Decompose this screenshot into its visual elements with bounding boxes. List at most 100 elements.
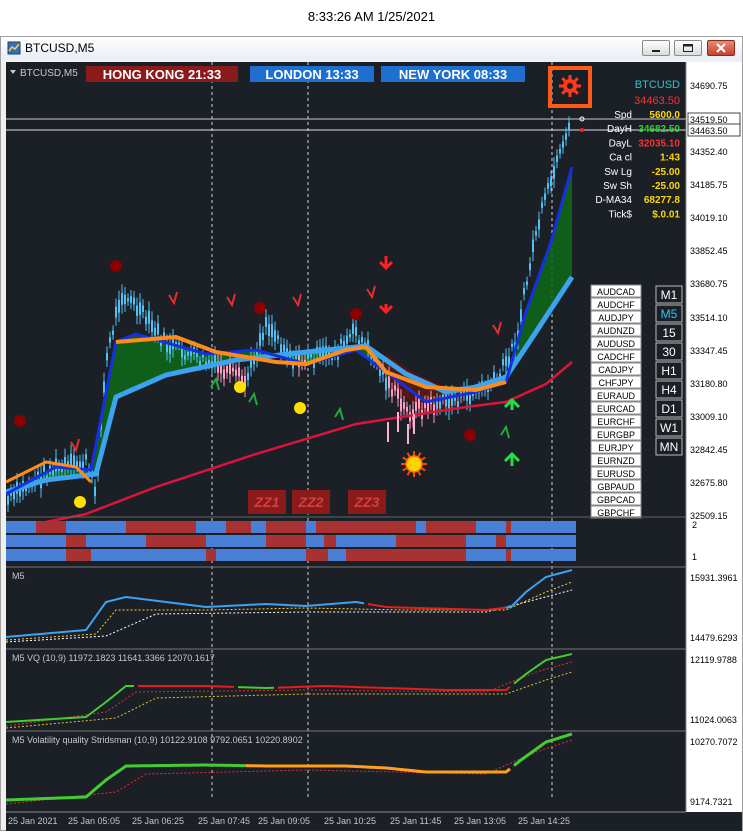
timeframe-button-15[interactable]: 15 <box>655 323 683 342</box>
price-tick-label: 33852.45 <box>690 246 728 256</box>
timeframe-button-m5[interactable]: M5 <box>655 304 683 323</box>
panel-label: M5 VQ (10,9) 11972.1823 11641.3366 12070… <box>12 653 215 663</box>
symbol-button-audchf[interactable]: AUDCHF <box>590 297 642 311</box>
symbol-label: CHFJPY <box>598 378 633 388</box>
symbol-button-eurusd[interactable]: EURUSD <box>590 466 642 480</box>
timeframe-label: M5 <box>661 307 678 321</box>
symbol-button-eurnzd[interactable]: EURNZD <box>590 453 642 467</box>
vq-signal-yellow <box>5 671 573 729</box>
candle-body <box>403 402 405 409</box>
close-button[interactable] <box>707 40 735 56</box>
info-value: $.0.01 <box>652 209 680 220</box>
strength-cell <box>36 521 66 533</box>
price-tick-label: 32842.45 <box>690 445 728 455</box>
timeframe-button-h1[interactable]: H1 <box>655 361 683 380</box>
chart-area[interactable]: BTCUSD,M5 HONG KONG 21:33 LONDON 13:33 NEW… <box>5 62 742 831</box>
swing-low-dot <box>74 496 86 508</box>
strength-cell <box>316 521 416 533</box>
timeframe-button-30[interactable]: 30 <box>655 342 683 361</box>
symbol-button-audjpy[interactable]: AUDJPY <box>590 310 642 324</box>
candle-body <box>259 333 261 346</box>
maximize-button[interactable] <box>674 40 702 56</box>
symbol-label: EURUSD <box>597 469 636 479</box>
symbol-button-eurchf[interactable]: EURCHF <box>590 414 642 428</box>
stridsman-line-up-2 <box>513 732 573 767</box>
symbol-button-cadjpy[interactable]: CADJPY <box>590 362 642 376</box>
candle-body <box>355 327 357 336</box>
strength-cell <box>91 549 206 561</box>
symbol-button-chfjpy[interactable]: CHFJPY <box>590 375 642 389</box>
strength-cell <box>226 521 251 533</box>
strength-cell <box>511 549 576 561</box>
timeframe-button-d1[interactable]: D1 <box>655 399 683 418</box>
window-titlebar[interactable]: BTCUSD,M5 <box>1 37 742 59</box>
symbol-button-gbpaud[interactable]: GBPAUD <box>590 479 642 493</box>
symbol-label: CADJPY <box>598 365 634 375</box>
candle-body <box>133 297 135 305</box>
symbol-button-gbpchf[interactable]: GBPCHF <box>590 505 642 519</box>
timeframe-buttons: M1 M5 15 30 H1 H4 D1 W1 MN <box>655 285 683 456</box>
minimize-button[interactable] <box>642 40 670 56</box>
price-tick-label: 34463.50 <box>690 126 728 136</box>
symbol-button-eurgbp[interactable]: EURGBP <box>590 427 642 441</box>
session-label: LONDON 13:33 <box>265 67 358 82</box>
timeframe-button-h4[interactable]: H4 <box>655 380 683 399</box>
symbol-button-eurcad[interactable]: EURCAD <box>590 401 642 415</box>
timeframe-label: 15 <box>662 326 676 340</box>
timeframe-button-w1[interactable]: W1 <box>655 418 683 437</box>
main-line-end <box>505 569 573 609</box>
symbol-button-audcad[interactable]: AUDCAD <box>590 284 642 298</box>
strength-cell <box>126 521 196 533</box>
strength-cell <box>66 549 91 561</box>
timeframe-button-m1[interactable]: M1 <box>655 285 683 304</box>
candle-body <box>556 155 558 163</box>
strength-cell <box>306 549 328 561</box>
swing-high-dot <box>254 302 266 314</box>
strength-cell <box>306 521 316 533</box>
candle-body <box>547 183 549 189</box>
candle-body <box>436 400 438 409</box>
symbol-button-euraud[interactable]: EURAUD <box>590 388 642 402</box>
strength-cell <box>6 521 36 533</box>
symbol-button-audnzd[interactable]: AUDNZD <box>590 323 642 337</box>
strength-cell <box>216 549 306 561</box>
symbol-button-cadchf[interactable]: CADCHF <box>590 349 642 363</box>
symbol-button-audusd[interactable]: AUDUSD <box>590 336 642 350</box>
price-tick-label: 33180.80 <box>690 379 728 389</box>
strength-cell <box>146 535 206 547</box>
strength-axis-label: 1 <box>692 552 697 562</box>
symbol-button-gbpcad[interactable]: GBPCAD <box>590 492 642 506</box>
info-label: Sw Lg <box>604 167 632 178</box>
symbol-label: EURGBP <box>597 430 635 440</box>
panel-axis-top: 12119.9788 <box>690 655 737 665</box>
info-value: 68277.8 <box>644 195 681 206</box>
candle-body <box>223 369 225 379</box>
strength-cell <box>196 521 226 533</box>
candle-body <box>427 402 429 412</box>
candle-body <box>247 372 249 381</box>
candle-body <box>79 461 81 469</box>
clock-text: 8:33:26 AM 1/25/2021 <box>307 9 436 24</box>
time-tick-label: 25 Jan 09:05 <box>258 816 310 826</box>
info-label: DayL <box>609 138 633 149</box>
strength-cell <box>66 521 126 533</box>
candle-body <box>523 288 525 295</box>
symbol-button-eurjpy[interactable]: EURJPY <box>590 440 642 454</box>
indicator-panel-vq: M5 VQ (10,9) 11972.1823 11641.3366 12070… <box>5 648 737 729</box>
timeframe-button-mn[interactable]: MN <box>655 437 683 456</box>
time-tick-label: 25 Jan 13:05 <box>454 816 506 826</box>
symbol-list: AUDCAD AUDCHF AUDJPY AUDNZD AUDUSD CADCHF CADJ… <box>590 284 642 519</box>
candle-body <box>385 377 387 391</box>
candle-body <box>130 296 132 303</box>
time-tick-label: 25 Jan 07:45 <box>198 816 250 826</box>
vq-line-up-2 <box>237 686 275 690</box>
info-label: D-MA34 <box>595 195 632 206</box>
candle-body <box>280 344 282 353</box>
strength-heatmap-panel: 21 <box>6 516 697 562</box>
candle-body <box>361 337 363 343</box>
strength-cell <box>328 549 346 561</box>
timeframe-label: 30 <box>662 345 676 359</box>
chart-canvas[interactable]: BTCUSD,M5 HONG KONG 21:33 LONDON 13:33 NEW… <box>5 62 742 831</box>
candle-body <box>184 355 186 360</box>
candle-body <box>262 332 264 340</box>
